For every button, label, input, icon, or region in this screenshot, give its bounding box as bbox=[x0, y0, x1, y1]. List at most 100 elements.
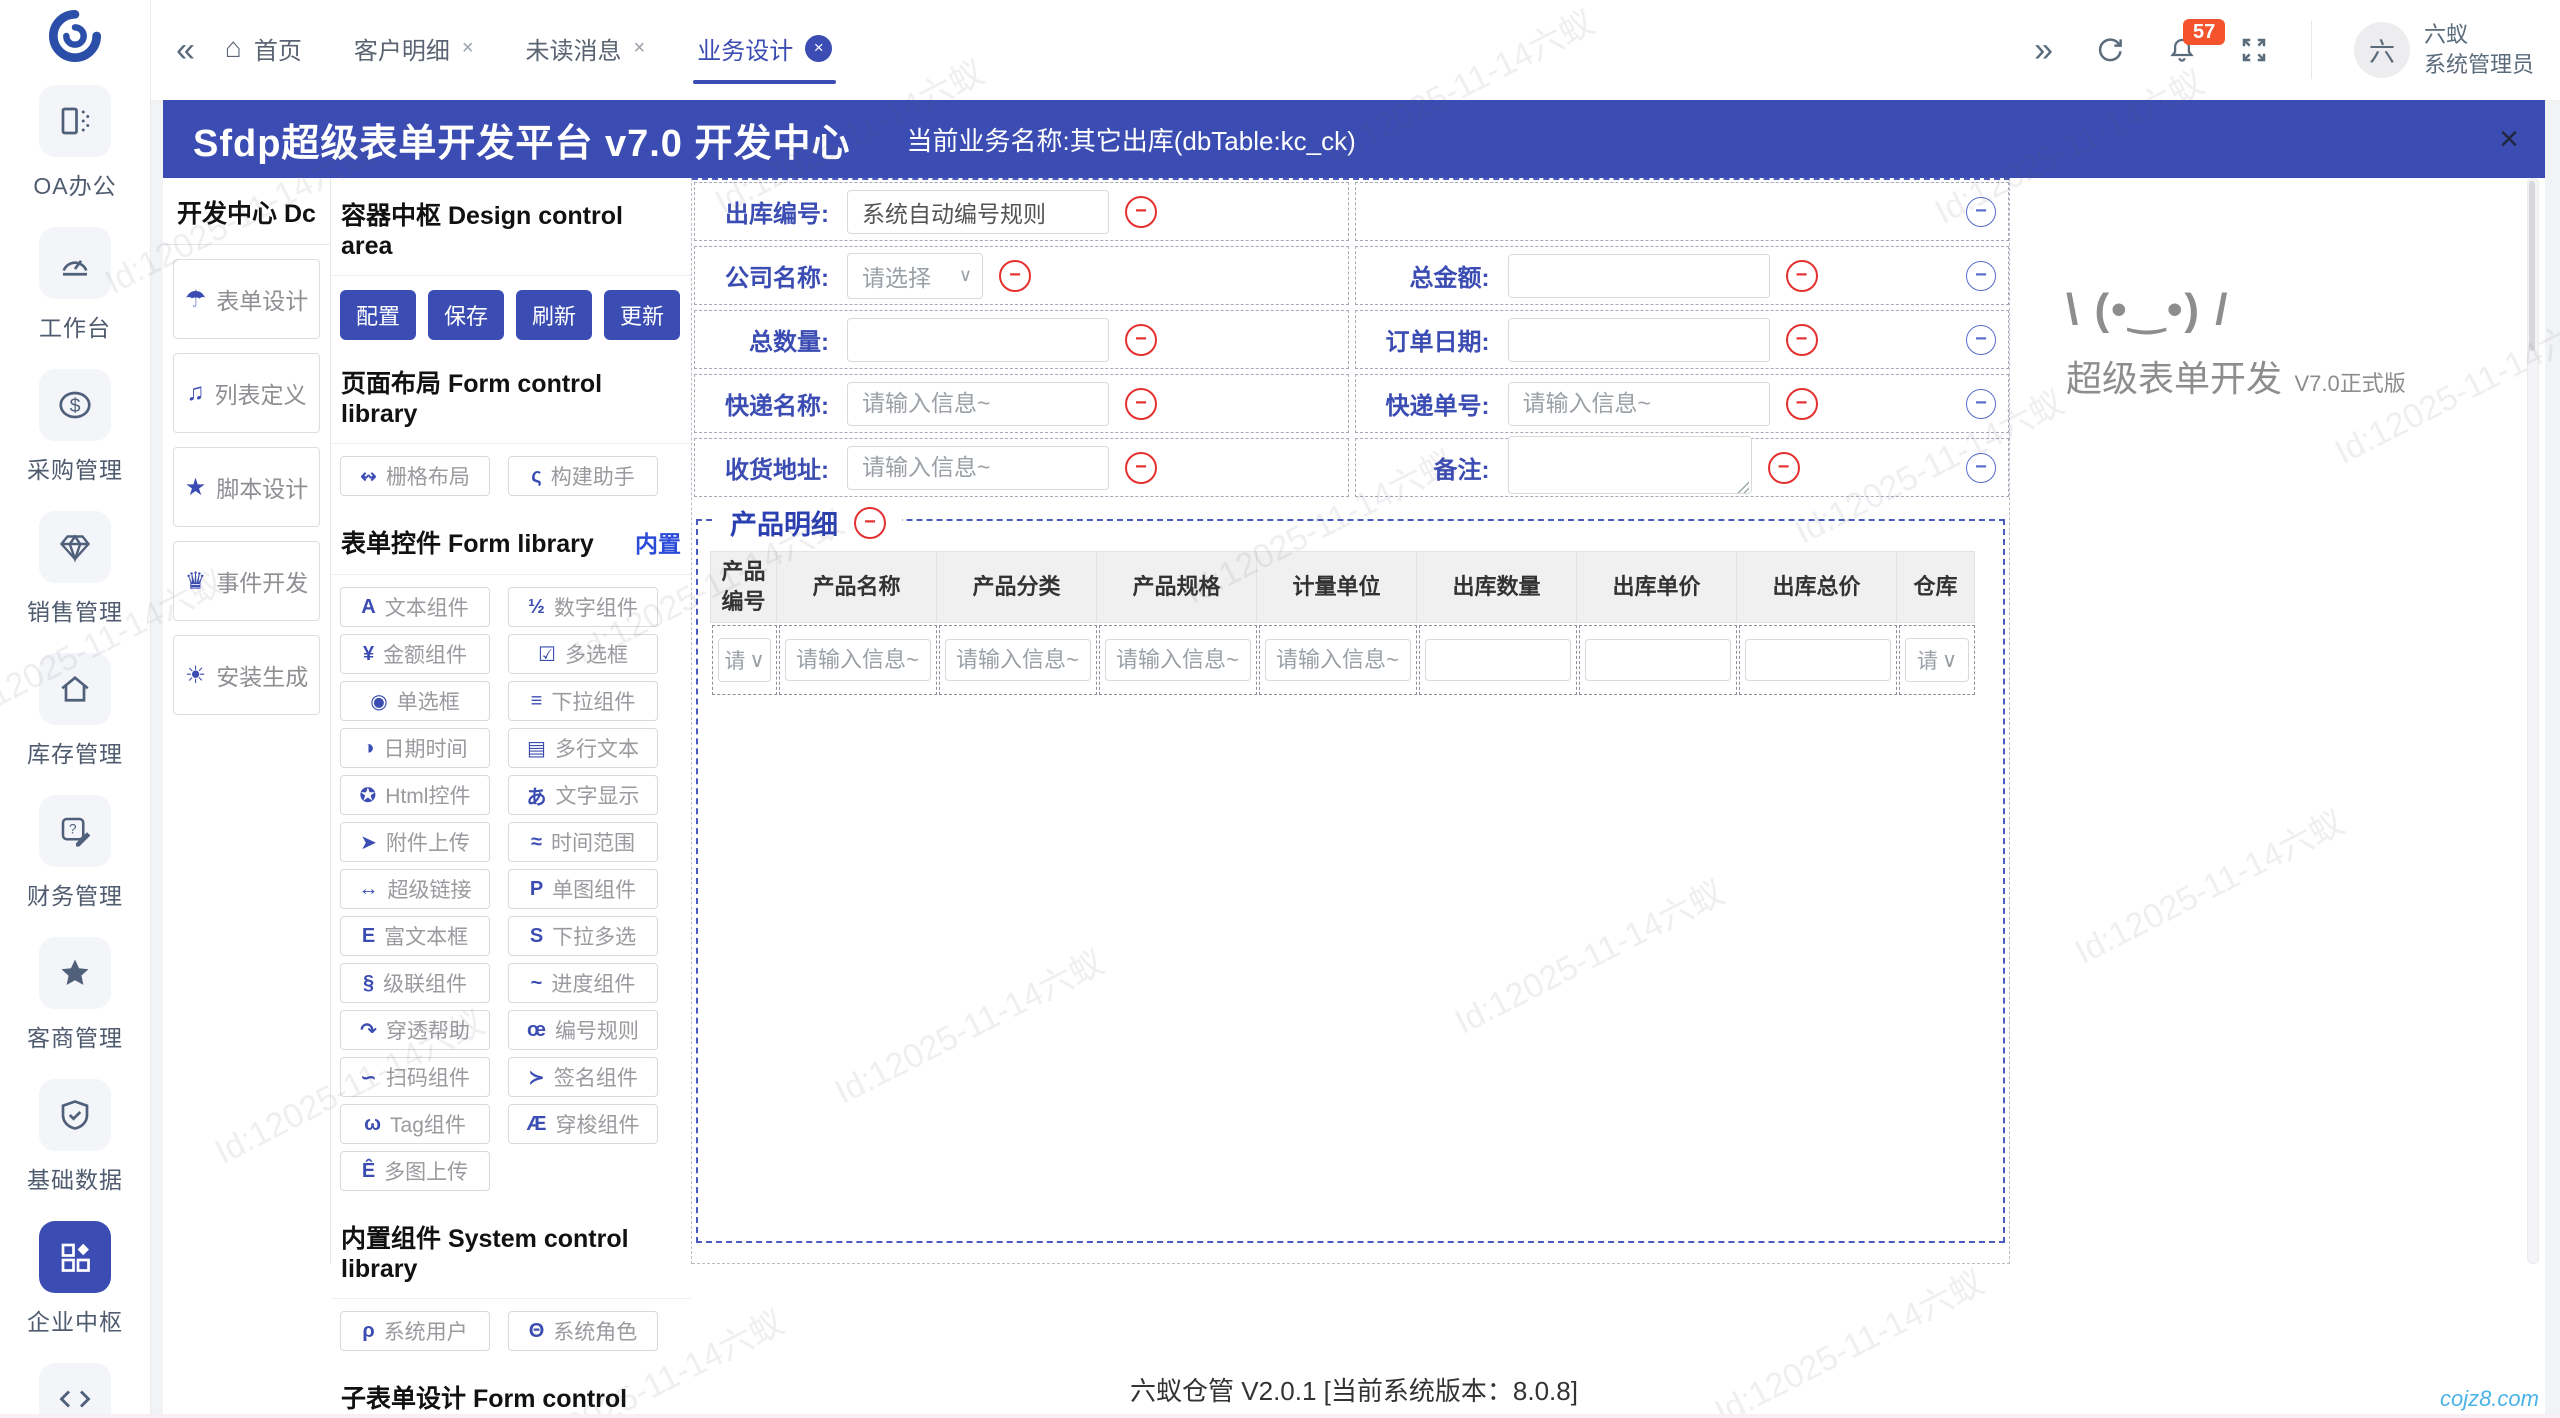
lib-item-dropdown[interactable]: ≡下拉组件 bbox=[508, 681, 658, 721]
company-select[interactable]: 请选择 ∨ bbox=[847, 253, 983, 299]
product-no-select[interactable]: 请∨ bbox=[718, 638, 771, 682]
remove-field-icon[interactable]: − bbox=[1786, 324, 1818, 356]
close-tab-icon[interactable]: × bbox=[805, 35, 832, 62]
refresh-icon[interactable] bbox=[2095, 35, 2125, 65]
sidebar-item-enterprise-hub[interactable]: 企业中枢 bbox=[27, 1221, 123, 1337]
remove-field-icon[interactable]: − bbox=[1125, 452, 1157, 484]
lib-item-time-range[interactable]: ≈时间范围 bbox=[508, 822, 658, 862]
tab-unread-messages[interactable]: 未读消息 × bbox=[526, 31, 646, 70]
resize-handle-icon[interactable] bbox=[1736, 480, 1749, 493]
remove-field-icon[interactable]: − bbox=[1768, 452, 1800, 484]
site-link[interactable]: cojz8.com bbox=[2440, 1386, 2539, 1412]
sidebar-item-oa[interactable]: OA办公 bbox=[33, 85, 116, 201]
update-button[interactable]: 更新 bbox=[604, 290, 680, 340]
out-total-input[interactable] bbox=[1745, 639, 1891, 681]
remove-field-icon[interactable]: − bbox=[1125, 324, 1157, 356]
sidebar-item-dev-platform[interactable]: 开发平台 bbox=[27, 1363, 123, 1418]
tab-business-design[interactable]: 业务设计 × bbox=[697, 31, 832, 70]
sidebar-item-purchase[interactable]: $ 采购管理 bbox=[27, 369, 123, 485]
product-name-input[interactable] bbox=[785, 639, 931, 681]
product-spec-input[interactable] bbox=[1105, 639, 1251, 681]
lib-item-number[interactable]: ½数字组件 bbox=[508, 587, 658, 627]
remove-row-icon[interactable]: − bbox=[1966, 325, 1996, 355]
lib-item-scan[interactable]: ∽扫码组件 bbox=[340, 1057, 490, 1097]
lib-item-checkbox[interactable]: ☑多选框 bbox=[508, 634, 658, 674]
save-button[interactable]: 保存 bbox=[428, 290, 504, 340]
scrollbar-thumb[interactable] bbox=[2529, 181, 2535, 351]
lib-item-cascade[interactable]: §级联组件 bbox=[340, 963, 490, 1003]
lib-item-signature[interactable]: ≻签名组件 bbox=[508, 1057, 658, 1097]
collapse-menu-icon[interactable]: « bbox=[176, 31, 195, 70]
lib-item-progress[interactable]: ~进度组件 bbox=[508, 963, 658, 1003]
lib-item-grid-layout[interactable]: ↭栅格布局 bbox=[340, 456, 490, 496]
user-menu[interactable]: 六 六蚁 系统管理员 bbox=[2354, 20, 2534, 79]
lib-item-datetime[interactable]: ◑日期时间 bbox=[340, 728, 490, 768]
close-tab-icon[interactable]: × bbox=[462, 37, 474, 60]
tracking-no-input[interactable] bbox=[1508, 382, 1770, 426]
total-amount-input[interactable] bbox=[1508, 254, 1770, 298]
remove-row-icon[interactable]: − bbox=[1966, 389, 1996, 419]
remove-row-icon[interactable]: − bbox=[1966, 453, 1996, 483]
tab-home[interactable]: ⌂ 首页 bbox=[225, 31, 302, 70]
tab-customer-detail[interactable]: 客户明细 × bbox=[354, 31, 474, 70]
config-button[interactable]: 配置 bbox=[340, 290, 416, 340]
refresh-button[interactable]: 刷新 bbox=[516, 290, 592, 340]
dev-item-form-design[interactable]: ☂ 表单设计 bbox=[173, 259, 320, 339]
lib-item-multiline[interactable]: ▤多行文本 bbox=[508, 728, 658, 768]
out-qty-input[interactable] bbox=[1425, 639, 1571, 681]
remove-field-icon[interactable]: − bbox=[999, 260, 1031, 292]
lib-item-multi-image[interactable]: Ê多图上传 bbox=[340, 1151, 490, 1191]
dev-item-install-generate[interactable]: ☀ 安装生成 bbox=[173, 635, 320, 715]
lib-item-richtext[interactable]: E富文本框 bbox=[340, 916, 490, 956]
remarks-textarea[interactable] bbox=[1508, 436, 1752, 494]
out-price-input[interactable] bbox=[1585, 639, 1731, 681]
order-date-input[interactable] bbox=[1508, 318, 1770, 362]
remove-field-icon[interactable]: − bbox=[1125, 388, 1157, 420]
sidebar-item-workbench[interactable]: 工作台 bbox=[39, 227, 111, 343]
sidebar-item-inventory[interactable]: 库存管理 bbox=[27, 653, 123, 769]
builtin-link[interactable]: 内置 bbox=[635, 525, 681, 559]
dev-item-script-design[interactable]: ★ 脚本设计 bbox=[173, 447, 320, 527]
dev-item-event-dev[interactable]: ♛ 事件开发 bbox=[173, 541, 320, 621]
open-tabs: ⌂ 首页 客户明细 × 未读消息 × 业务设计 × bbox=[225, 31, 832, 70]
unit-input[interactable] bbox=[1265, 639, 1411, 681]
courier-name-input[interactable] bbox=[847, 382, 1109, 426]
sidebar-item-basedata[interactable]: 基础数据 bbox=[27, 1079, 123, 1195]
delivery-address-input[interactable] bbox=[847, 446, 1109, 490]
remove-field-icon[interactable]: − bbox=[1786, 388, 1818, 420]
fullscreen-icon[interactable] bbox=[2239, 35, 2269, 65]
warehouse-select[interactable]: 请∨ bbox=[1905, 638, 1969, 682]
remove-row-icon[interactable]: − bbox=[1966, 197, 1996, 227]
lib-item-build-assistant[interactable]: ς构建助手 bbox=[508, 456, 658, 496]
remove-row-icon[interactable]: − bbox=[1966, 261, 1996, 291]
total-quantity-input[interactable] bbox=[847, 318, 1109, 362]
lib-item-drill-help[interactable]: ↷穿透帮助 bbox=[340, 1010, 490, 1050]
lib-item-radio[interactable]: ◉单选框 bbox=[340, 681, 490, 721]
lib-item-amount[interactable]: ¥金额组件 bbox=[340, 634, 490, 674]
sidebar-item-finance[interactable]: ? 财务管理 bbox=[27, 795, 123, 911]
lib-item-numbering-rule[interactable]: œ编号规则 bbox=[508, 1010, 658, 1050]
banner-close-icon[interactable]: × bbox=[2499, 122, 2519, 156]
lib-item-single-image[interactable]: P单图组件 bbox=[508, 869, 658, 909]
product-category-input[interactable] bbox=[945, 639, 1091, 681]
lib-item-text-display[interactable]: あ文字显示 bbox=[508, 775, 658, 815]
expand-menu-icon[interactable]: » bbox=[2034, 31, 2053, 70]
lib-item-tag[interactable]: ωTag组件 bbox=[340, 1104, 490, 1144]
sidebar-item-sales[interactable]: 销售管理 bbox=[27, 511, 123, 627]
lib-item-multi-select[interactable]: S下拉多选 bbox=[508, 916, 658, 956]
lib-item-transfer[interactable]: Æ穿梭组件 bbox=[508, 1104, 658, 1144]
notifications-bell-icon[interactable]: 57 bbox=[2167, 35, 2197, 65]
lib-item-text[interactable]: A文本组件 bbox=[340, 587, 490, 627]
vertical-scrollbar[interactable] bbox=[2527, 178, 2539, 1264]
remove-field-icon[interactable]: − bbox=[1125, 196, 1157, 228]
app-logo[interactable] bbox=[49, 10, 101, 67]
remove-subform-icon[interactable]: − bbox=[854, 507, 886, 539]
lib-item-html[interactable]: ✪Html控件 bbox=[340, 775, 490, 815]
dev-item-list-define[interactable]: ♫ 列表定义 bbox=[173, 353, 320, 433]
remove-field-icon[interactable]: − bbox=[1786, 260, 1818, 292]
lib-item-hyperlink[interactable]: ↔超级链接 bbox=[340, 869, 490, 909]
outbound-no-input[interactable] bbox=[847, 190, 1109, 234]
sidebar-item-partners[interactable]: 客商管理 bbox=[27, 937, 123, 1053]
lib-item-attachment[interactable]: ➤附件上传 bbox=[340, 822, 490, 862]
close-tab-icon[interactable]: × bbox=[634, 37, 646, 60]
